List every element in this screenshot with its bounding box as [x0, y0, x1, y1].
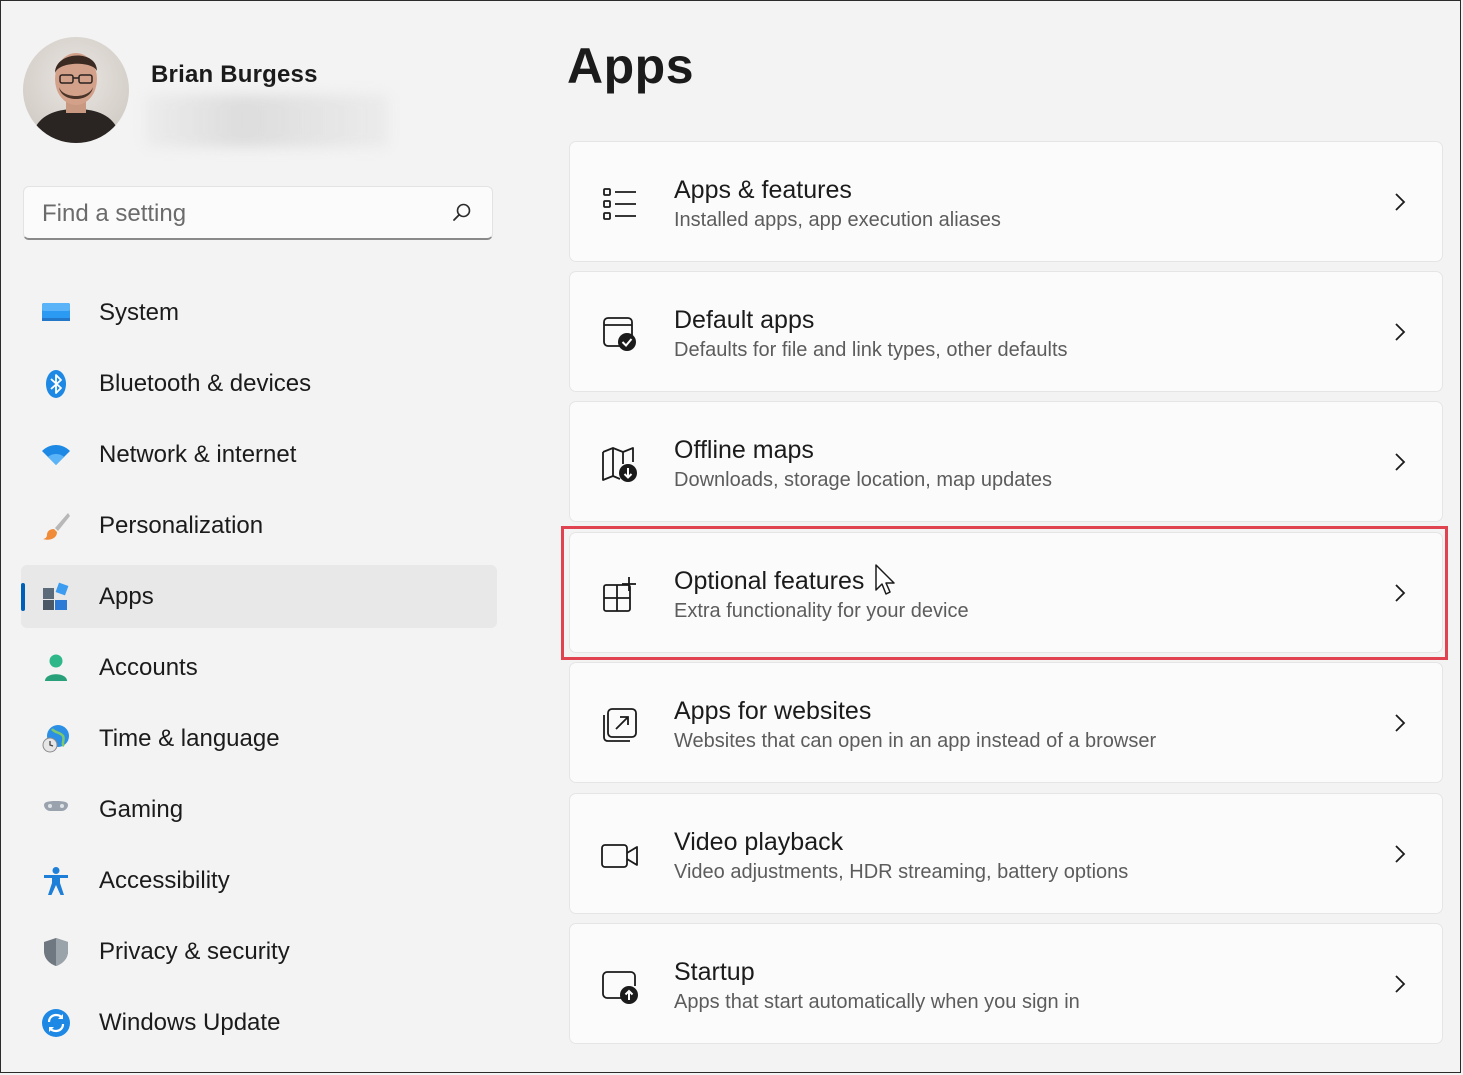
chevron-right-icon	[1395, 323, 1406, 341]
card-title: Apps & features	[674, 176, 852, 204]
sidebar-item-system[interactable]: System	[21, 281, 497, 344]
card-offline-maps[interactable]: Offline maps Downloads, storage location…	[569, 401, 1443, 522]
card-apps-for-websites[interactable]: Apps for websites Websites that can open…	[569, 662, 1443, 783]
sidebar-item-label: Accounts	[99, 653, 198, 681]
sidebar-nav: System Bluetooth & devices Network & int…	[21, 281, 497, 1062]
chevron-right-icon	[1395, 584, 1406, 602]
chevron-right-icon	[1395, 975, 1406, 993]
list-icon	[603, 188, 636, 220]
card-subtitle: Downloads, storage location, map updates	[674, 469, 1053, 491]
sidebar-item-accounts[interactable]: Accounts	[21, 636, 497, 699]
email-redacted	[145, 95, 389, 147]
refresh-icon	[42, 1009, 70, 1037]
sidebar-item-label: Windows Update	[99, 1008, 281, 1036]
settings-window: Brian Burgess System Bluetooth & devices	[0, 0, 1461, 1073]
card-subtitle: Video adjustments, HDR streaming, batter…	[674, 861, 1129, 883]
mouse-cursor-icon	[875, 564, 895, 595]
gamepad-icon	[44, 801, 68, 811]
profile-name: Brian Burgess	[151, 61, 318, 88]
search-box[interactable]	[23, 186, 493, 240]
page-title: Apps	[567, 38, 694, 94]
sidebar-item-apps[interactable]: Apps	[21, 565, 497, 628]
card-default-apps[interactable]: Default apps Defaults for file and link …	[569, 271, 1443, 392]
card-subtitle: Extra functionality for your device	[674, 600, 969, 622]
card-optional-features[interactable]: Optional features Extra functionality fo…	[569, 532, 1443, 653]
open-in-app-icon	[603, 708, 637, 742]
map-download-icon	[602, 447, 637, 482]
shield-icon	[44, 938, 68, 966]
video-icon	[601, 844, 638, 868]
sidebar-item-label: Personalization	[99, 511, 264, 539]
sidebar-item-personalization[interactable]: Personalization	[21, 494, 497, 557]
system-icon	[42, 303, 70, 321]
chevron-right-icon	[1395, 453, 1406, 471]
card-title: Offline maps	[674, 436, 814, 464]
sidebar-item-privacy[interactable]: Privacy & security	[21, 920, 497, 983]
sidebar-item-network[interactable]: Network & internet	[21, 423, 497, 486]
sidebar-item-gaming[interactable]: Gaming	[21, 778, 497, 841]
default-apps-icon	[603, 317, 636, 351]
card-subtitle: Websites that can open in an app instead…	[674, 730, 1157, 752]
sidebar-item-time-language[interactable]: Time & language	[21, 707, 497, 770]
card-startup[interactable]: Startup Apps that start automatically wh…	[569, 923, 1443, 1044]
chevron-right-icon	[1395, 714, 1406, 732]
bluetooth-icon	[46, 370, 66, 398]
search-icon[interactable]	[450, 201, 474, 225]
sidebar-item-label: Network & internet	[99, 440, 297, 468]
card-video-playback[interactable]: Video playback Video adjustments, HDR st…	[569, 793, 1443, 914]
sidebar-item-bluetooth[interactable]: Bluetooth & devices	[21, 352, 497, 415]
card-subtitle: Apps that start automatically when you s…	[674, 991, 1080, 1013]
sidebar-item-label: Apps	[99, 582, 154, 610]
card-subtitle: Defaults for file and link types, other …	[674, 339, 1068, 361]
sidebar-item-label: Accessibility	[99, 866, 230, 894]
startup-icon	[602, 971, 638, 1004]
sidebar-item-label: Time & language	[99, 724, 280, 752]
chevron-right-icon	[1395, 193, 1406, 211]
sidebar-item-label: Gaming	[99, 795, 184, 823]
card-title: Default apps	[674, 306, 815, 334]
card-title: Apps for websites	[674, 697, 872, 725]
chevron-right-icon	[1395, 845, 1406, 863]
sidebar-item-accessibility[interactable]: Accessibility	[21, 849, 497, 912]
card-title: Optional features	[674, 567, 865, 595]
sidebar-item-label: System	[99, 298, 180, 326]
card-subtitle: Installed apps, app execution aliases	[674, 209, 1001, 231]
card-apps-features[interactable]: Apps & features Installed apps, app exec…	[569, 141, 1443, 262]
grid-add-icon	[603, 577, 636, 612]
card-title: Video playback	[674, 828, 844, 856]
globe-clock-icon	[42, 725, 69, 753]
search-input[interactable]	[40, 195, 444, 233]
apps-icon	[43, 582, 69, 610]
card-title: Startup	[674, 958, 755, 986]
sidebar-item-label: Bluetooth & devices	[99, 369, 312, 397]
avatar	[23, 37, 129, 143]
wifi-icon	[42, 445, 70, 465]
person-icon	[45, 654, 67, 681]
sidebar-item-windows-update[interactable]: Windows Update	[21, 991, 497, 1054]
accessibility-icon	[44, 867, 68, 895]
user-profile[interactable]: Brian Burgess	[23, 37, 503, 147]
brush-icon	[43, 513, 70, 540]
sidebar-item-label: Privacy & security	[99, 937, 290, 965]
